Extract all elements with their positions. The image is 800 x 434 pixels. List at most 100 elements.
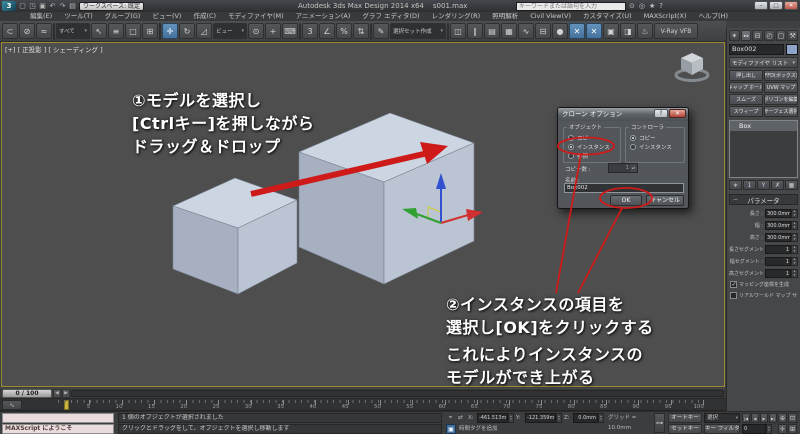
current-frame-field[interactable]: 0 (742, 424, 766, 434)
modifier-button[interactable]: キャップ ホール (729, 82, 763, 93)
modifier-button[interactable]: スムーズ (729, 94, 763, 105)
macro-recorder-box[interactable] (2, 413, 114, 423)
schematic-view-icon[interactable]: ⊟ (535, 23, 551, 39)
motion-tab-icon[interactable]: ◴ (764, 30, 775, 41)
z-coordinate-field[interactable]: 0.0mm (573, 413, 598, 423)
keyboard-shortcut-override-icon[interactable]: ⌨ (282, 23, 298, 39)
go-to-end-button[interactable]: ▶| (769, 413, 777, 423)
menu-item[interactable]: モディファイヤ(M) (222, 12, 290, 21)
help-icon[interactable]: ? (659, 1, 663, 11)
modifier-button[interactable]: サーフェス選択 (764, 106, 798, 117)
favorites-icon[interactable]: ★ (649, 1, 655, 11)
x-spinner-icon[interactable] (508, 413, 514, 423)
parameter-field[interactable]: 300.0mm (765, 221, 791, 230)
parameter-field[interactable]: 300.0mm (765, 233, 791, 242)
frame-spinner-icon[interactable] (766, 424, 772, 434)
selection-set-combo[interactable]: 選択 (704, 413, 740, 423)
dialog-titlebar[interactable]: クローン オプション ? ✕ (558, 108, 688, 121)
modifier-button[interactable]: スウィープ (729, 106, 763, 117)
configure-modifier-sets-icon[interactable]: ▦ (785, 180, 798, 190)
menu-item[interactable]: Civil View(V) (524, 12, 577, 21)
render-setup-icon[interactable]: ▣ (603, 23, 619, 39)
align-icon[interactable]: ∥ (467, 23, 483, 39)
maxscript-listener-box[interactable]: MAXScript にようこそ (2, 424, 114, 434)
spinner-icon[interactable] (791, 209, 798, 218)
bind-to-space-warp-icon[interactable]: ≈ (36, 23, 52, 39)
modifier-list-dropdown[interactable]: モディファイヤ リスト (729, 57, 798, 68)
select-and-rotate-icon[interactable]: ↻ (179, 23, 195, 39)
time-slider-handle[interactable]: 0 / 100 (2, 389, 52, 398)
real-world-map-size-checkbox[interactable]: リアルワールド マップ サイズ (727, 290, 800, 301)
modifier-stack[interactable]: Box (729, 120, 798, 178)
undo-icon[interactable]: ↶ (48, 1, 57, 11)
show-end-result-icon[interactable]: 1 (743, 180, 756, 190)
modifier-button[interactable]: 押し出し (729, 70, 763, 81)
minimize-button[interactable]: – (754, 1, 768, 10)
menu-item[interactable]: レンダリング(R) (426, 12, 487, 21)
dialog-help-button[interactable]: ? (654, 109, 668, 118)
snaps-toggle-icon[interactable]: 3 (302, 23, 318, 39)
parameter-field[interactable]: 1 (765, 269, 791, 278)
absolute-mode-icon[interactable]: ⇄ (456, 413, 465, 423)
maximize-button[interactable]: □ (769, 1, 783, 10)
search-icon[interactable]: ⊙ (629, 1, 635, 11)
spinner-snap-icon[interactable]: ⇅ (353, 23, 369, 39)
select-and-link-icon[interactable]: ⊂ (2, 23, 18, 39)
radio-controller-copy[interactable]: コピー (626, 133, 684, 142)
perspective-viewport[interactable]: [+] [ 正投影 ] [ シェーディング ] (1, 42, 725, 387)
box-model-clone[interactable] (299, 113, 474, 284)
parameters-rollout-header[interactable]: パラメータ (729, 194, 798, 205)
spinner-icon[interactable] (791, 257, 798, 266)
hierarchy-tab-icon[interactable]: ⊟ (752, 30, 763, 41)
previous-frame-button[interactable]: ◀ (751, 413, 759, 423)
select-and-scale-icon[interactable]: ◿ (196, 23, 212, 39)
x-coordinate-field[interactable]: -461.513m (477, 413, 508, 423)
menu-item[interactable]: アニメーション(A) (290, 12, 357, 21)
xview-toggle-icon[interactable]: ✕ (569, 23, 585, 39)
menu-item[interactable]: グループ(G) (99, 12, 147, 21)
viewcube-widget[interactable] (670, 45, 714, 85)
radio-object-copy[interactable]: コピー (564, 133, 620, 142)
menu-item[interactable]: ヘルプ(H) (693, 12, 734, 21)
clone-name-field[interactable]: Box002 (564, 183, 684, 193)
radio-object-reference[interactable]: 参照 (564, 151, 620, 160)
menu-item[interactable]: 編集(E) (24, 12, 58, 21)
new-scene-icon[interactable]: ▢ (18, 1, 27, 11)
select-object-icon[interactable]: ↖ (91, 23, 107, 39)
menu-item[interactable]: 作成(C) (187, 12, 222, 21)
object-name-field[interactable]: Box002 (729, 44, 784, 55)
parameter-field[interactable]: 1 (765, 245, 791, 254)
menu-item[interactable]: 照明解析 (486, 12, 524, 21)
communication-center-icon[interactable]: ◎ (639, 1, 645, 11)
key-filters-button[interactable]: キー フィルタ... (704, 424, 740, 434)
select-by-name-icon[interactable]: ≡ (108, 23, 124, 39)
utilities-tab-icon[interactable]: ⚒ (787, 30, 798, 41)
spinner-icon[interactable] (791, 233, 798, 242)
make-unique-icon[interactable]: Y (757, 180, 770, 190)
time-tag-label[interactable]: 時間タグを追加 (459, 424, 498, 434)
selection-lock-icon[interactable]: ⌖ (446, 413, 455, 423)
menu-item[interactable]: グラフ エディタ(D) (356, 12, 425, 21)
modifier-button[interactable]: FFD(ボックス) (764, 70, 798, 81)
pan-view-icon[interactable]: ✛ (778, 424, 787, 434)
spinner-icon[interactable] (791, 269, 798, 278)
time-slider[interactable]: 0 / 100 ◀ ▶ (0, 388, 726, 399)
set-key-mode-icon[interactable]: ⊶ (654, 413, 665, 433)
menu-item[interactable]: カスタマイズ(U) (577, 12, 638, 21)
next-frame-arrow[interactable]: ▶ (62, 389, 70, 398)
close-button[interactable]: ✕ (784, 1, 798, 10)
edit-named-selection-sets-icon[interactable]: ✎ (373, 23, 389, 39)
zoom-extents-icon[interactable]: ⊡ (788, 413, 797, 423)
pin-stack-icon[interactable]: ∗ (729, 180, 742, 190)
radio-object-instance[interactable]: インスタンス (564, 142, 620, 151)
create-tab-icon[interactable]: ✶ (729, 30, 740, 41)
angle-snap-icon[interactable]: ∠ (319, 23, 335, 39)
layer-manager-icon[interactable]: ▤ (484, 23, 500, 39)
parameter-field[interactable]: 1 (765, 257, 791, 266)
use-pivot-point-icon[interactable]: ⊙ (248, 23, 264, 39)
track-bar[interactable]: ∿ 51015202530354045505560657075808590951… (0, 399, 726, 411)
mirror-icon[interactable]: ◫ (450, 23, 466, 39)
maximize-viewport-toggle-icon[interactable]: ⊞ (788, 424, 797, 434)
remove-modifier-icon[interactable]: ✗ (771, 180, 784, 190)
previous-frame-arrow[interactable]: ◀ (53, 389, 61, 398)
